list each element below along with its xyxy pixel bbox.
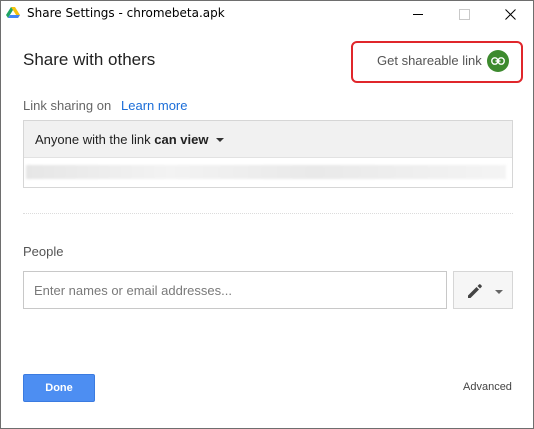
learn-more-link[interactable]: Learn more bbox=[121, 98, 187, 113]
dialog-heading: Share with others bbox=[23, 50, 156, 69]
close-icon bbox=[504, 9, 516, 20]
advanced-link[interactable]: Advanced bbox=[463, 381, 512, 393]
access-dropdown-row[interactable]: Anyone with the link can view bbox=[24, 121, 512, 158]
people-label: People bbox=[23, 244, 64, 259]
google-drive-icon bbox=[6, 7, 20, 18]
minimize-icon bbox=[413, 14, 423, 15]
permission-dropdown-button[interactable] bbox=[453, 271, 513, 309]
access-prefix: Anyone with the link bbox=[35, 132, 151, 147]
dropdown-arrow-icon[interactable] bbox=[216, 138, 224, 142]
maximize-icon bbox=[458, 9, 470, 20]
maximize-button[interactable] bbox=[441, 1, 487, 28]
window-title: Share Settings - chromebeta.apk bbox=[27, 6, 225, 20]
get-shareable-link-button[interactable] bbox=[487, 50, 509, 72]
share-settings-window: Share Settings - chromebeta.apk Share wi… bbox=[0, 0, 534, 429]
get-shareable-link-label[interactable]: Get shareable link bbox=[377, 53, 482, 68]
link-icon bbox=[491, 57, 505, 65]
access-dropdown[interactable]: Anyone with the link can view bbox=[35, 132, 208, 147]
minimize-button[interactable] bbox=[395, 1, 441, 28]
people-input[interactable] bbox=[23, 271, 447, 309]
link-share-panel: Anyone with the link can view bbox=[23, 120, 513, 188]
access-level: can view bbox=[154, 132, 209, 147]
title-bar[interactable]: Share Settings - chromebeta.apk bbox=[1, 1, 533, 28]
pencil-icon bbox=[468, 284, 482, 298]
chevron-down-icon bbox=[495, 290, 503, 294]
share-link-url[interactable] bbox=[26, 165, 506, 179]
link-sharing-status: Link sharing on bbox=[23, 98, 112, 113]
close-button[interactable] bbox=[487, 1, 533, 28]
section-divider bbox=[23, 213, 513, 215]
done-button[interactable]: Done bbox=[23, 374, 95, 402]
